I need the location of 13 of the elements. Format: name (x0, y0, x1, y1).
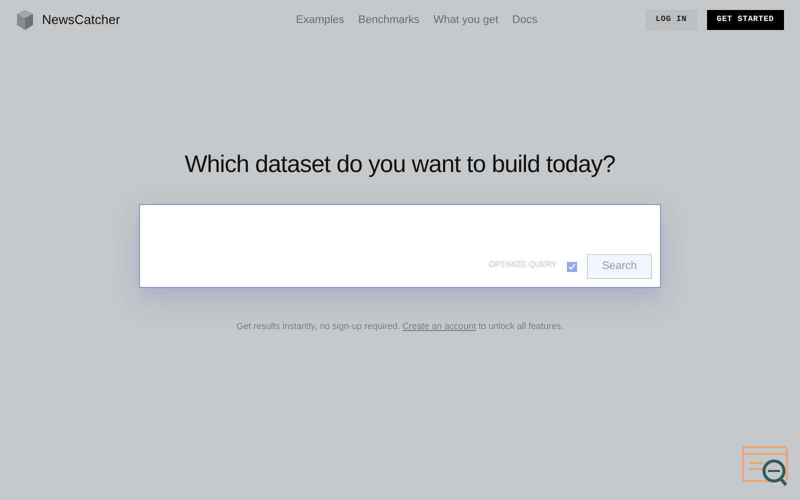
optimize-checkbox[interactable] (567, 262, 577, 272)
get-started-button[interactable]: GET STARTED (706, 10, 784, 30)
nav-link[interactable]: Docs (512, 12, 538, 28)
cube-logo-icon[interactable] (16, 9, 34, 31)
nav-link[interactable]: Examples (296, 12, 344, 28)
nav-link[interactable]: What you get (433, 12, 498, 28)
nav-link[interactable]: Benchmarks (358, 12, 420, 28)
note-text: Get results instantly, no sign-up required. Create an account to unlock all features. (236, 320, 564, 333)
search-button[interactable]: Search (587, 254, 652, 279)
brand-name[interactable]: NewsCatcher (42, 10, 120, 30)
page-heading: Which dataset do you want to build today? (184, 150, 616, 180)
login-button[interactable]: LOG IN (646, 10, 697, 30)
create-account-link[interactable]: Create an account (402, 321, 476, 331)
